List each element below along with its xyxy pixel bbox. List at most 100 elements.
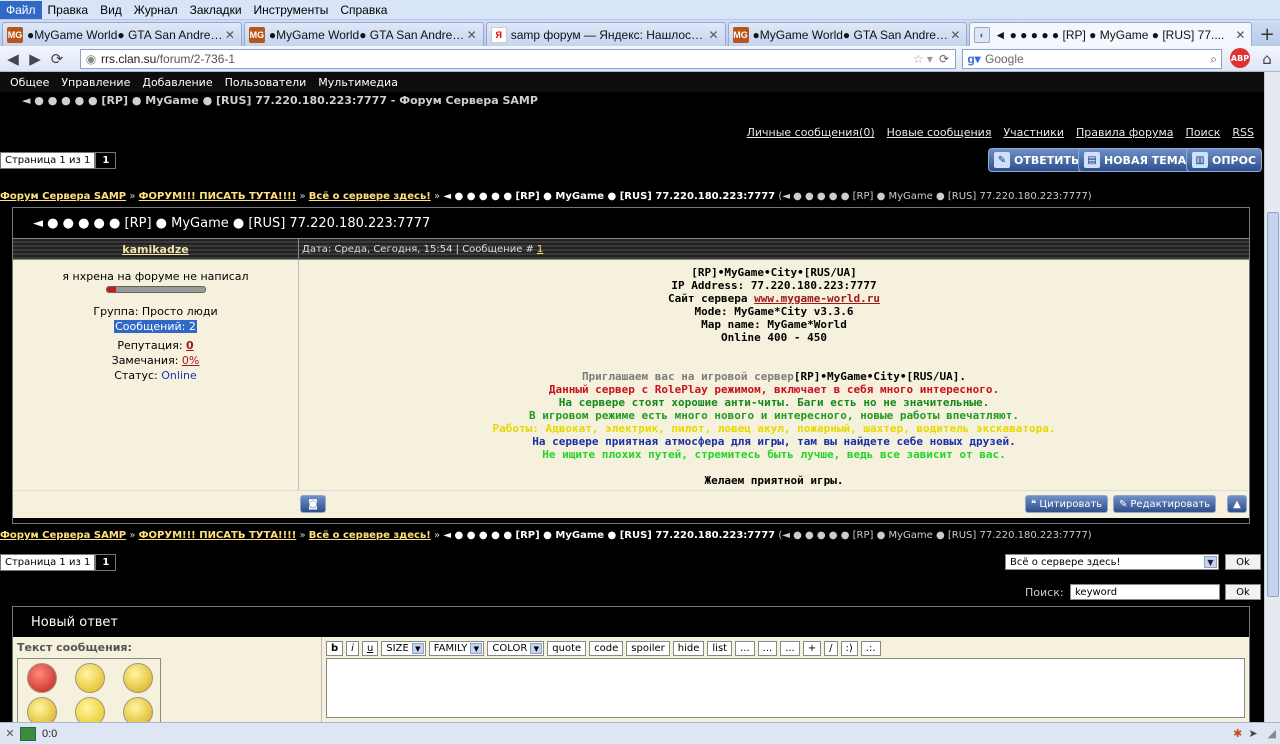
search-bar[interactable]: g▾ Google ⌕ [962,49,1222,69]
italic-button[interactable]: i [346,641,359,656]
spoiler-tag-button[interactable]: spoiler [626,641,670,656]
page-number[interactable]: 1 [95,554,117,571]
bold-button[interactable]: b [326,641,344,656]
new-tab-button[interactable]: + [1254,22,1280,46]
tag-button[interactable]: ... [757,641,778,656]
reputation-value[interactable]: 0 [186,339,194,352]
url-bar[interactable]: ◉ rrs.clan.su/forum/2-736-1 ☆ ▾ ⟳ [80,49,956,69]
forum-jump-select[interactable]: Всё о сервере здесь! ▼ [1005,554,1219,570]
menu-help[interactable]: Справка [334,1,393,19]
smiley-icon[interactable] [123,697,153,722]
author-name[interactable]: kamikadze [122,243,188,256]
addon-icon[interactable]: ✱ [1233,727,1242,740]
close-icon[interactable]: ✕ [948,28,962,42]
msg-line-roleplay: Данный сервер с RolePlay режимом, включа… [548,383,1000,396]
breadcrumb-subsection[interactable]: Всё о сервере здесь! [309,530,431,541]
bookmark-star-icon[interactable]: ☆ ▾ [913,52,933,66]
forum-jump-ok-button[interactable]: Ok [1225,554,1261,570]
user-level-fill [106,287,117,292]
hide-tag-button[interactable]: hide [672,641,705,656]
menu-bookmarks[interactable]: Закладки [184,1,248,19]
close-icon[interactable]: ✕ [1233,28,1247,42]
forward-button[interactable]: ▶ [24,48,46,70]
site-menu-add[interactable]: Добавление [136,76,218,89]
quote-button[interactable]: ❝ Цитировать [1025,495,1109,513]
tag-button[interactable]: .:. [860,641,881,656]
menu-view[interactable]: Вид [94,1,128,19]
rss-link[interactable]: RSS [1232,126,1254,139]
browser-tab[interactable]: MG ●MyGame World● GTA San Andreas Mul...… [243,22,484,46]
tag-button[interactable]: ... [735,641,755,656]
breadcrumb-forum[interactable]: Форум Сервера SAMP [0,191,126,202]
smiley-icon[interactable] [75,697,105,722]
family-select[interactable]: FAMILY ▼ [428,641,485,656]
reload-icon[interactable]: ⟳ [46,48,68,70]
forum-search-input[interactable]: keyword [1070,584,1220,600]
smiley-tag-button[interactable]: :) [840,641,858,656]
msg-site-link[interactable]: www.mygame-world.ru [754,292,880,305]
new-topic-button[interactable]: ▤ НОВАЯ ТЕМА [1078,148,1193,172]
site-menu-media[interactable]: Мультимедиа [312,76,404,89]
list-tag-button[interactable]: list [707,641,733,656]
smiley-icon[interactable] [27,697,57,722]
close-icon[interactable]: ✕ [223,28,237,42]
message-textarea[interactable] [326,658,1245,718]
msg-line-advice: Не ищите плохих путей, стремитесь быть л… [542,448,1006,461]
reply-button[interactable]: ✎ ОТВЕТИТЬ [988,148,1086,172]
close-icon[interactable]: ✕ [707,28,721,42]
members-link[interactable]: Участники [1003,126,1064,139]
site-menu-manage[interactable]: Управление [55,76,136,89]
breadcrumb-subsection[interactable]: Всё о сервере здесь! [309,191,431,202]
quote-tag-button[interactable]: quote [547,641,587,656]
reload-icon[interactable]: ⟳ [939,52,949,66]
profile-button[interactable]: ◙ [300,495,326,513]
breadcrumb-forum[interactable]: Форум Сервера SAMP [0,530,126,541]
scrollbar-thumb[interactable] [1267,212,1279,597]
google-icon[interactable]: g▾ [963,52,985,66]
tab-title: ●MyGame World● GTA San Andreas Mul... [268,27,465,42]
menu-file[interactable]: Файл [0,0,42,19]
site-menu-general[interactable]: Общее [4,76,55,89]
site-identity-icon[interactable]: ◉ [81,52,101,66]
list-item-tag-button[interactable]: + [802,641,822,656]
browser-tab-active[interactable]: ◐ ◄ ● ● ● ● ● [RP] ● MyGame ● [RUS] 77..… [969,22,1253,46]
vertical-scrollbar[interactable] [1264,72,1280,722]
browser-tab[interactable]: Я samp форум — Яндекс: Нашлось 3 млн... … [485,22,726,46]
rules-link[interactable]: Правила форума [1076,126,1174,139]
cursor-icon[interactable]: ➤ [1248,727,1257,740]
new-messages-link[interactable]: Новые сообщения [887,126,992,139]
home-icon[interactable]: ⌂ [1256,48,1278,70]
poll-button[interactable]: ▥ ОПРОС [1186,148,1263,172]
angry-smiley-icon[interactable] [27,663,57,693]
size-select[interactable]: SIZE ▼ [381,641,426,656]
menu-history[interactable]: Журнал [128,1,184,19]
search-icon[interactable]: ⌕ [1210,52,1217,67]
edit-button[interactable]: ✎ Редактировать [1113,495,1217,513]
private-messages-link[interactable]: Личные сообщения(0) [747,126,875,139]
color-select[interactable]: COLOR ▼ [487,641,545,656]
menu-edit[interactable]: Правка [42,1,95,19]
forum-search-ok-button[interactable]: Ok [1225,584,1261,600]
tag-button[interactable]: ... [780,641,800,656]
code-tag-button[interactable]: code [589,641,624,656]
adblock-icon[interactable]: ABP [1230,48,1250,68]
warnings-value[interactable]: 0% [182,354,199,367]
underline-button[interactable]: u [361,641,379,656]
back-button[interactable]: ◀ [2,48,24,70]
browser-tab[interactable]: MG ●MyGame World● GTA San Andreas Mul...… [2,22,242,46]
breadcrumb-section[interactable]: ФОРУМ!!! ПИСАТЬ ТУТА!!!! [139,191,297,202]
menu-tools[interactable]: Инструменты [248,1,335,19]
scroll-top-button[interactable]: ▲ [1227,495,1247,513]
close-icon[interactable]: ✕ [0,727,20,740]
breadcrumb-section[interactable]: ФОРУМ!!! ПИСАТЬ ТУТА!!!! [139,530,297,541]
close-icon[interactable]: ✕ [465,28,479,42]
edit-label: Редактировать [1130,498,1211,510]
wink-smiley-icon[interactable] [123,663,153,693]
site-menu-users[interactable]: Пользователи [219,76,313,89]
post-number-link[interactable]: 1 [537,244,543,255]
page-number[interactable]: 1 [95,152,117,169]
search-link[interactable]: Поиск [1186,126,1221,139]
browser-tab[interactable]: MG ●MyGame World● GTA San Andreas Mul...… [727,22,968,46]
grin-smiley-icon[interactable] [75,663,105,693]
tag-button[interactable]: / [824,641,838,656]
